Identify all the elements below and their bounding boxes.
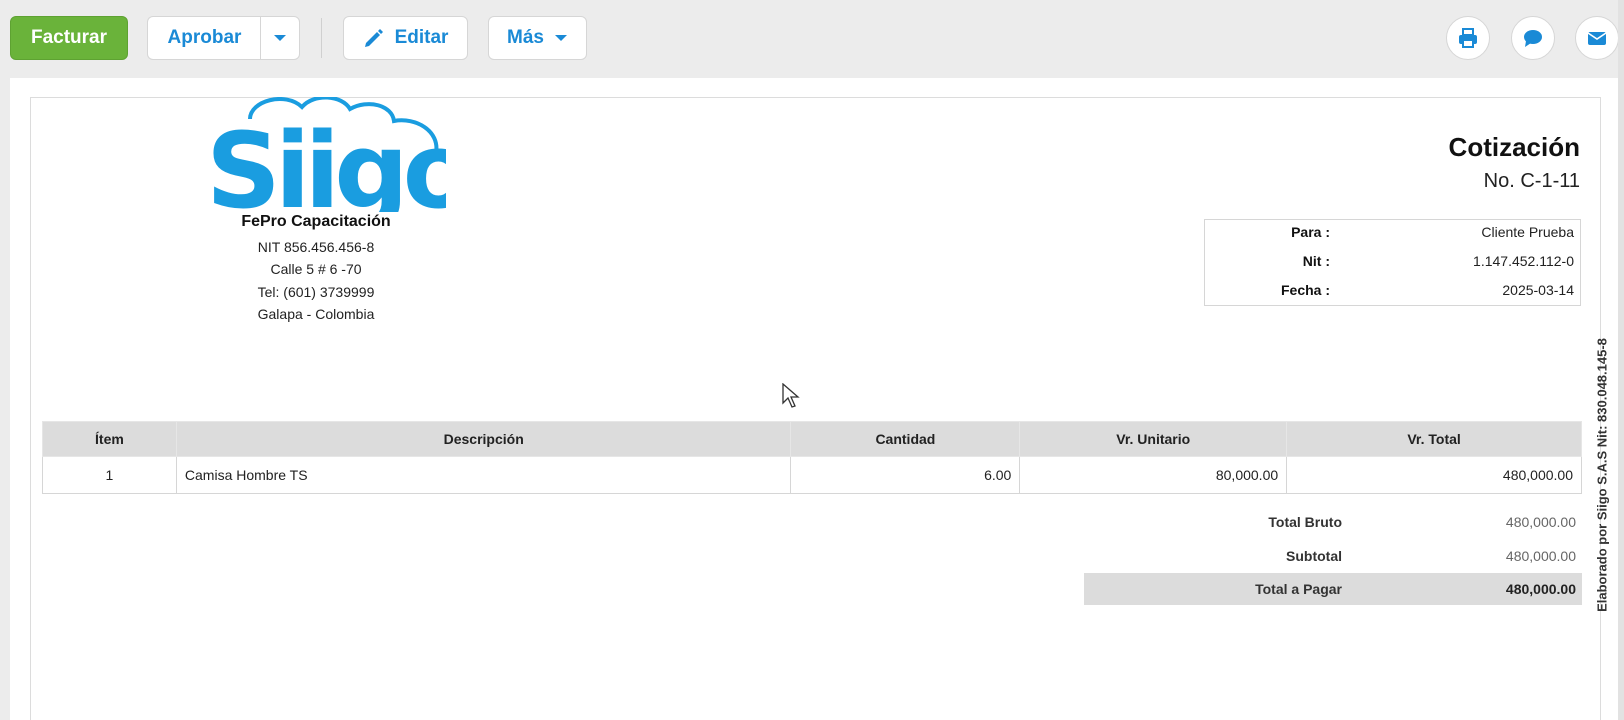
editar-label: Editar — [394, 27, 449, 48]
comment-icon — [1524, 30, 1542, 47]
printer-icon — [1459, 28, 1477, 48]
comment-button[interactable] — [1511, 16, 1555, 60]
envelope-icon — [1587, 32, 1607, 45]
company-logo: Siigo — [210, 97, 446, 212]
column-header: Vr. Unitario — [1019, 421, 1288, 457]
quantity-cell: 6.00 — [790, 456, 1021, 494]
total-value: 480,000.00 — [1505, 581, 1576, 597]
client-info-box: Para : Cliente Prueba Nit : 1.147.452.11… — [1204, 219, 1581, 306]
mouse-cursor-icon — [782, 383, 800, 408]
aprobar-dropdown-button[interactable] — [260, 16, 300, 60]
facturar-button[interactable]: Facturar — [10, 16, 128, 60]
total-a-pagar-row: Total a Pagar 480,000.00 — [1084, 573, 1582, 605]
email-button[interactable] — [1575, 16, 1619, 60]
print-button[interactable] — [1446, 16, 1490, 60]
mas-label: Más — [507, 27, 544, 48]
description-cell: Camisa Hombre TS — [175, 456, 792, 494]
toolbar: Facturar Aprobar Editar Más — [0, 0, 1624, 76]
aprobar-button[interactable]: Aprobar — [147, 16, 261, 60]
elaborado-por-label: Elaborado por Siigo S.A.S Nit: 830.048.1… — [1594, 338, 1610, 612]
info-value: Cliente Prueba — [1481, 224, 1574, 240]
items-table: Ítem Descripción Cantidad Vr. Unitario V… — [42, 421, 1582, 494]
column-header: Ítem — [42, 421, 177, 457]
info-row-nit: Nit : 1.147.452.112-0 — [1205, 253, 1580, 281]
vertical-footer-text: Elaborado por Siigo S.A.S Nit: 830.048.1… — [1592, 338, 1612, 612]
subtotal-row: Subtotal 480,000.00 — [1084, 540, 1582, 572]
column-header: Vr. Total — [1286, 421, 1582, 457]
unit-price-cell: 80,000.00 — [1019, 456, 1288, 494]
mas-button[interactable]: Más — [488, 16, 587, 60]
info-row-fecha: Fecha : 2025-03-14 — [1205, 282, 1580, 310]
total-label: Total Bruto — [1268, 514, 1342, 530]
toolbar-divider — [321, 18, 322, 58]
caret-down-icon — [554, 35, 567, 41]
table-row: 1 Camisa Hombre TS 6.00 80,000.00 480,00… — [42, 456, 1582, 494]
document-title: Cotización — [1448, 132, 1580, 162]
column-header: Cantidad — [790, 421, 1021, 457]
info-row-para: Para : Cliente Prueba — [1205, 224, 1580, 252]
item-cell: 1 — [42, 456, 177, 494]
total-bruto-row: Total Bruto 480,000.00 — [1084, 506, 1582, 538]
company-name: FePro Capacitación — [241, 213, 391, 230]
total-cell: 480,000.00 — [1286, 456, 1582, 494]
caret-down-icon — [274, 35, 286, 41]
info-label: Nit : — [1302, 253, 1330, 269]
info-value: 2025-03-14 — [1502, 282, 1574, 298]
column-header: Descripción — [175, 421, 792, 457]
total-label: Subtotal — [1286, 548, 1342, 564]
scrollbar[interactable] — [1618, 0, 1624, 720]
total-value: 480,000.00 — [1505, 548, 1576, 564]
company-phone: Tel: (601) 3739999 — [257, 284, 375, 300]
company-nit: NIT 856.456.456-8 — [257, 239, 375, 255]
total-label: Total a Pagar — [1255, 581, 1342, 597]
company-address: Calle 5 # 6 -70 — [270, 261, 362, 277]
info-value: 1.147.452.112-0 — [1473, 253, 1574, 269]
pencil-icon — [364, 29, 383, 47]
svg-text:Siigo: Siigo — [210, 110, 446, 212]
info-label: Para : — [1291, 224, 1330, 240]
info-label: Fecha : — [1280, 282, 1330, 298]
table-header-row: Ítem Descripción Cantidad Vr. Unitario V… — [42, 421, 1582, 457]
company-city: Galapa - Colombia — [257, 306, 375, 322]
document-number: No. C-1-11 — [1483, 170, 1580, 192]
editar-button[interactable]: Editar — [343, 16, 468, 60]
total-value: 480,000.00 — [1505, 514, 1576, 530]
